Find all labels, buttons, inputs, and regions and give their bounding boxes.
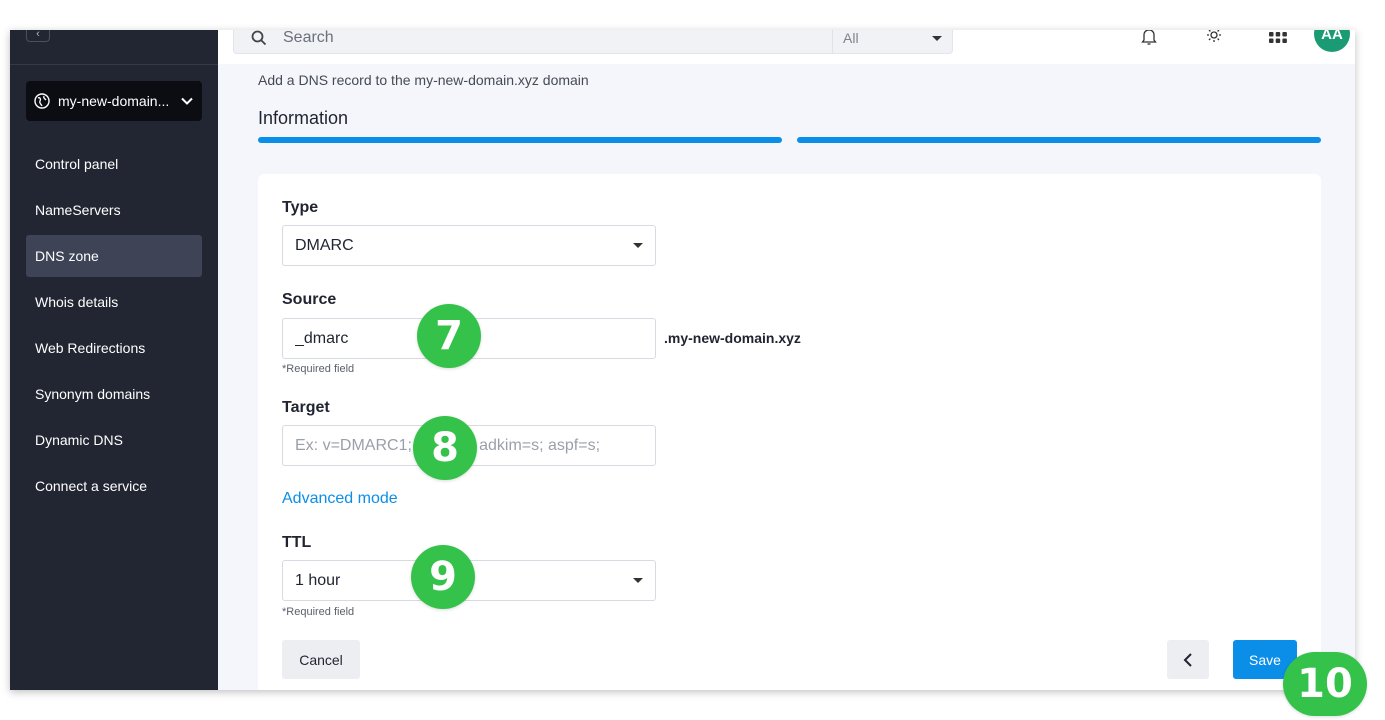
sidebar-item-control-panel[interactable]: Control panel bbox=[26, 143, 202, 185]
domain-name: my-new-domain... bbox=[58, 93, 170, 109]
advanced-mode-link[interactable]: Advanced mode bbox=[282, 490, 398, 508]
sidebar-item-web-redirections[interactable]: Web Redirections bbox=[26, 327, 202, 369]
bell-icon[interactable] bbox=[1138, 30, 1160, 48]
back-button[interactable] bbox=[1167, 640, 1209, 679]
search-icon bbox=[251, 30, 267, 46]
source-label: Source bbox=[282, 291, 337, 308]
ttl-label: TTL bbox=[282, 534, 312, 551]
collapse-sidebar-button[interactable]: ‹ bbox=[26, 30, 50, 42]
caret-down-icon bbox=[633, 578, 643, 583]
domain-selector[interactable]: my-new-domain... bbox=[26, 81, 202, 121]
step-badge-8: 8 bbox=[413, 416, 477, 480]
sidebar-item-whois-details[interactable]: Whois details bbox=[26, 281, 202, 323]
search-scope-value: All bbox=[843, 30, 859, 46]
user-avatar[interactable]: AA bbox=[1314, 30, 1350, 52]
chevron-down-icon bbox=[181, 97, 193, 105]
gear-icon[interactable] bbox=[1203, 30, 1225, 48]
section-title: Information bbox=[258, 108, 349, 128]
sidebar-item-dns-zone[interactable]: DNS zone bbox=[26, 235, 202, 277]
step-badge-7: 7 bbox=[417, 304, 481, 368]
caret-down-icon bbox=[633, 243, 643, 248]
ttl-required-hint: *Required field bbox=[282, 606, 355, 618]
caret-down-icon bbox=[932, 35, 942, 41]
page-subtitle: Add a DNS record to the my-new-domain.xy… bbox=[258, 72, 589, 88]
apps-grid-icon[interactable] bbox=[1267, 30, 1289, 48]
search-input[interactable] bbox=[283, 30, 832, 47]
globe-icon bbox=[34, 93, 50, 109]
source-required-hint: *Required field bbox=[282, 363, 355, 375]
sidebar-divider bbox=[10, 64, 218, 65]
sidebar: ‹ my-new-domain... Control panel NameSer… bbox=[10, 30, 218, 690]
source-domain-suffix: .my-new-domain.xyz bbox=[664, 330, 801, 346]
search-box: All bbox=[233, 30, 953, 54]
type-select[interactable]: DMARC bbox=[282, 225, 656, 266]
type-value: DMARC bbox=[295, 236, 354, 254]
step-badge-10: 10 bbox=[1283, 652, 1367, 716]
sidebar-item-connect-service[interactable]: Connect a service bbox=[26, 465, 202, 507]
cancel-button[interactable]: Cancel bbox=[282, 640, 360, 679]
target-label: Target bbox=[282, 399, 330, 416]
progress-step-1 bbox=[258, 137, 782, 143]
step-badge-9: 9 bbox=[411, 545, 475, 609]
search-scope-select[interactable]: All bbox=[832, 30, 952, 53]
top-bar: All AA bbox=[218, 30, 1355, 64]
sidebar-item-synonym-domains[interactable]: Synonym domains bbox=[26, 373, 202, 415]
step-progress bbox=[258, 137, 1321, 143]
sidebar-item-nameservers[interactable]: NameServers bbox=[26, 189, 202, 231]
progress-step-2 bbox=[797, 137, 1321, 143]
main-content: Add a DNS record to the my-new-domain.xy… bbox=[218, 64, 1355, 690]
app-window: ‹ my-new-domain... Control panel NameSer… bbox=[10, 30, 1355, 690]
sidebar-nav: Control panel NameServers DNS zone Whois… bbox=[26, 143, 202, 511]
type-label: Type bbox=[282, 199, 319, 216]
sidebar-item-dynamic-dns[interactable]: Dynamic DNS bbox=[26, 419, 202, 461]
chevron-left-icon bbox=[1183, 652, 1192, 667]
